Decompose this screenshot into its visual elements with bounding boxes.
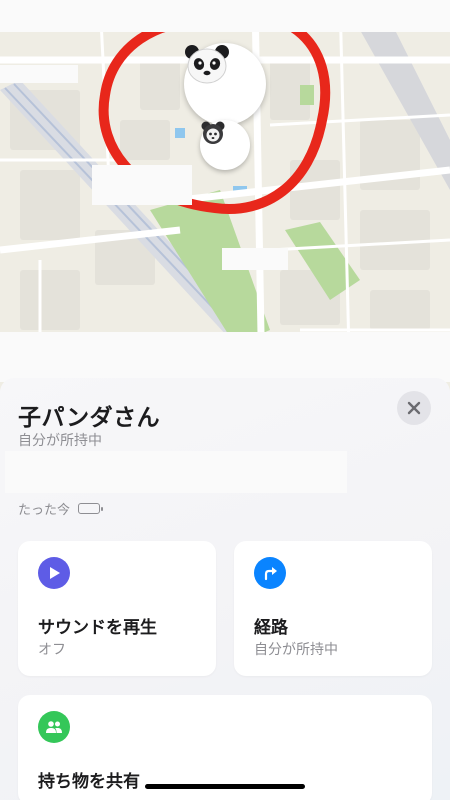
close-icon bbox=[407, 401, 421, 415]
last-updated-label: たった今 bbox=[18, 503, 71, 518]
panda-emoji-icon bbox=[185, 45, 229, 84]
directions-card[interactable]: 経路 自分が所持中 bbox=[234, 541, 432, 676]
directions-icon bbox=[254, 557, 286, 589]
directions-status: 自分が所持中 bbox=[254, 642, 338, 658]
home-indicator[interactable] bbox=[145, 784, 305, 789]
redacted-area bbox=[5, 451, 347, 493]
play-sound-card[interactable]: サウンドを再生 オフ bbox=[18, 541, 216, 676]
item-name: 子パンダさん bbox=[18, 405, 161, 431]
play-icon bbox=[38, 557, 70, 589]
map-view[interactable] bbox=[0, 0, 450, 390]
panda-item-icon bbox=[201, 121, 225, 144]
play-sound-status: オフ bbox=[38, 642, 66, 658]
close-button[interactable] bbox=[397, 391, 431, 425]
people-icon bbox=[38, 711, 70, 743]
panda-item-pin[interactable] bbox=[200, 120, 250, 170]
item-status: 自分が所持中 bbox=[18, 433, 102, 449]
share-item-label: 持ち物を共有 bbox=[38, 772, 140, 792]
redacted-area bbox=[0, 65, 78, 83]
directions-label: 経路 bbox=[254, 618, 288, 638]
redacted-area bbox=[92, 165, 192, 205]
redacted-area bbox=[0, 332, 450, 382]
redacted-area bbox=[0, 0, 450, 32]
redacted-area bbox=[222, 248, 288, 270]
play-sound-label: サウンドを再生 bbox=[38, 618, 157, 638]
battery-icon bbox=[78, 503, 104, 514]
panda-emoji-pin[interactable] bbox=[184, 43, 266, 125]
last-updated: たった今 bbox=[18, 499, 104, 518]
